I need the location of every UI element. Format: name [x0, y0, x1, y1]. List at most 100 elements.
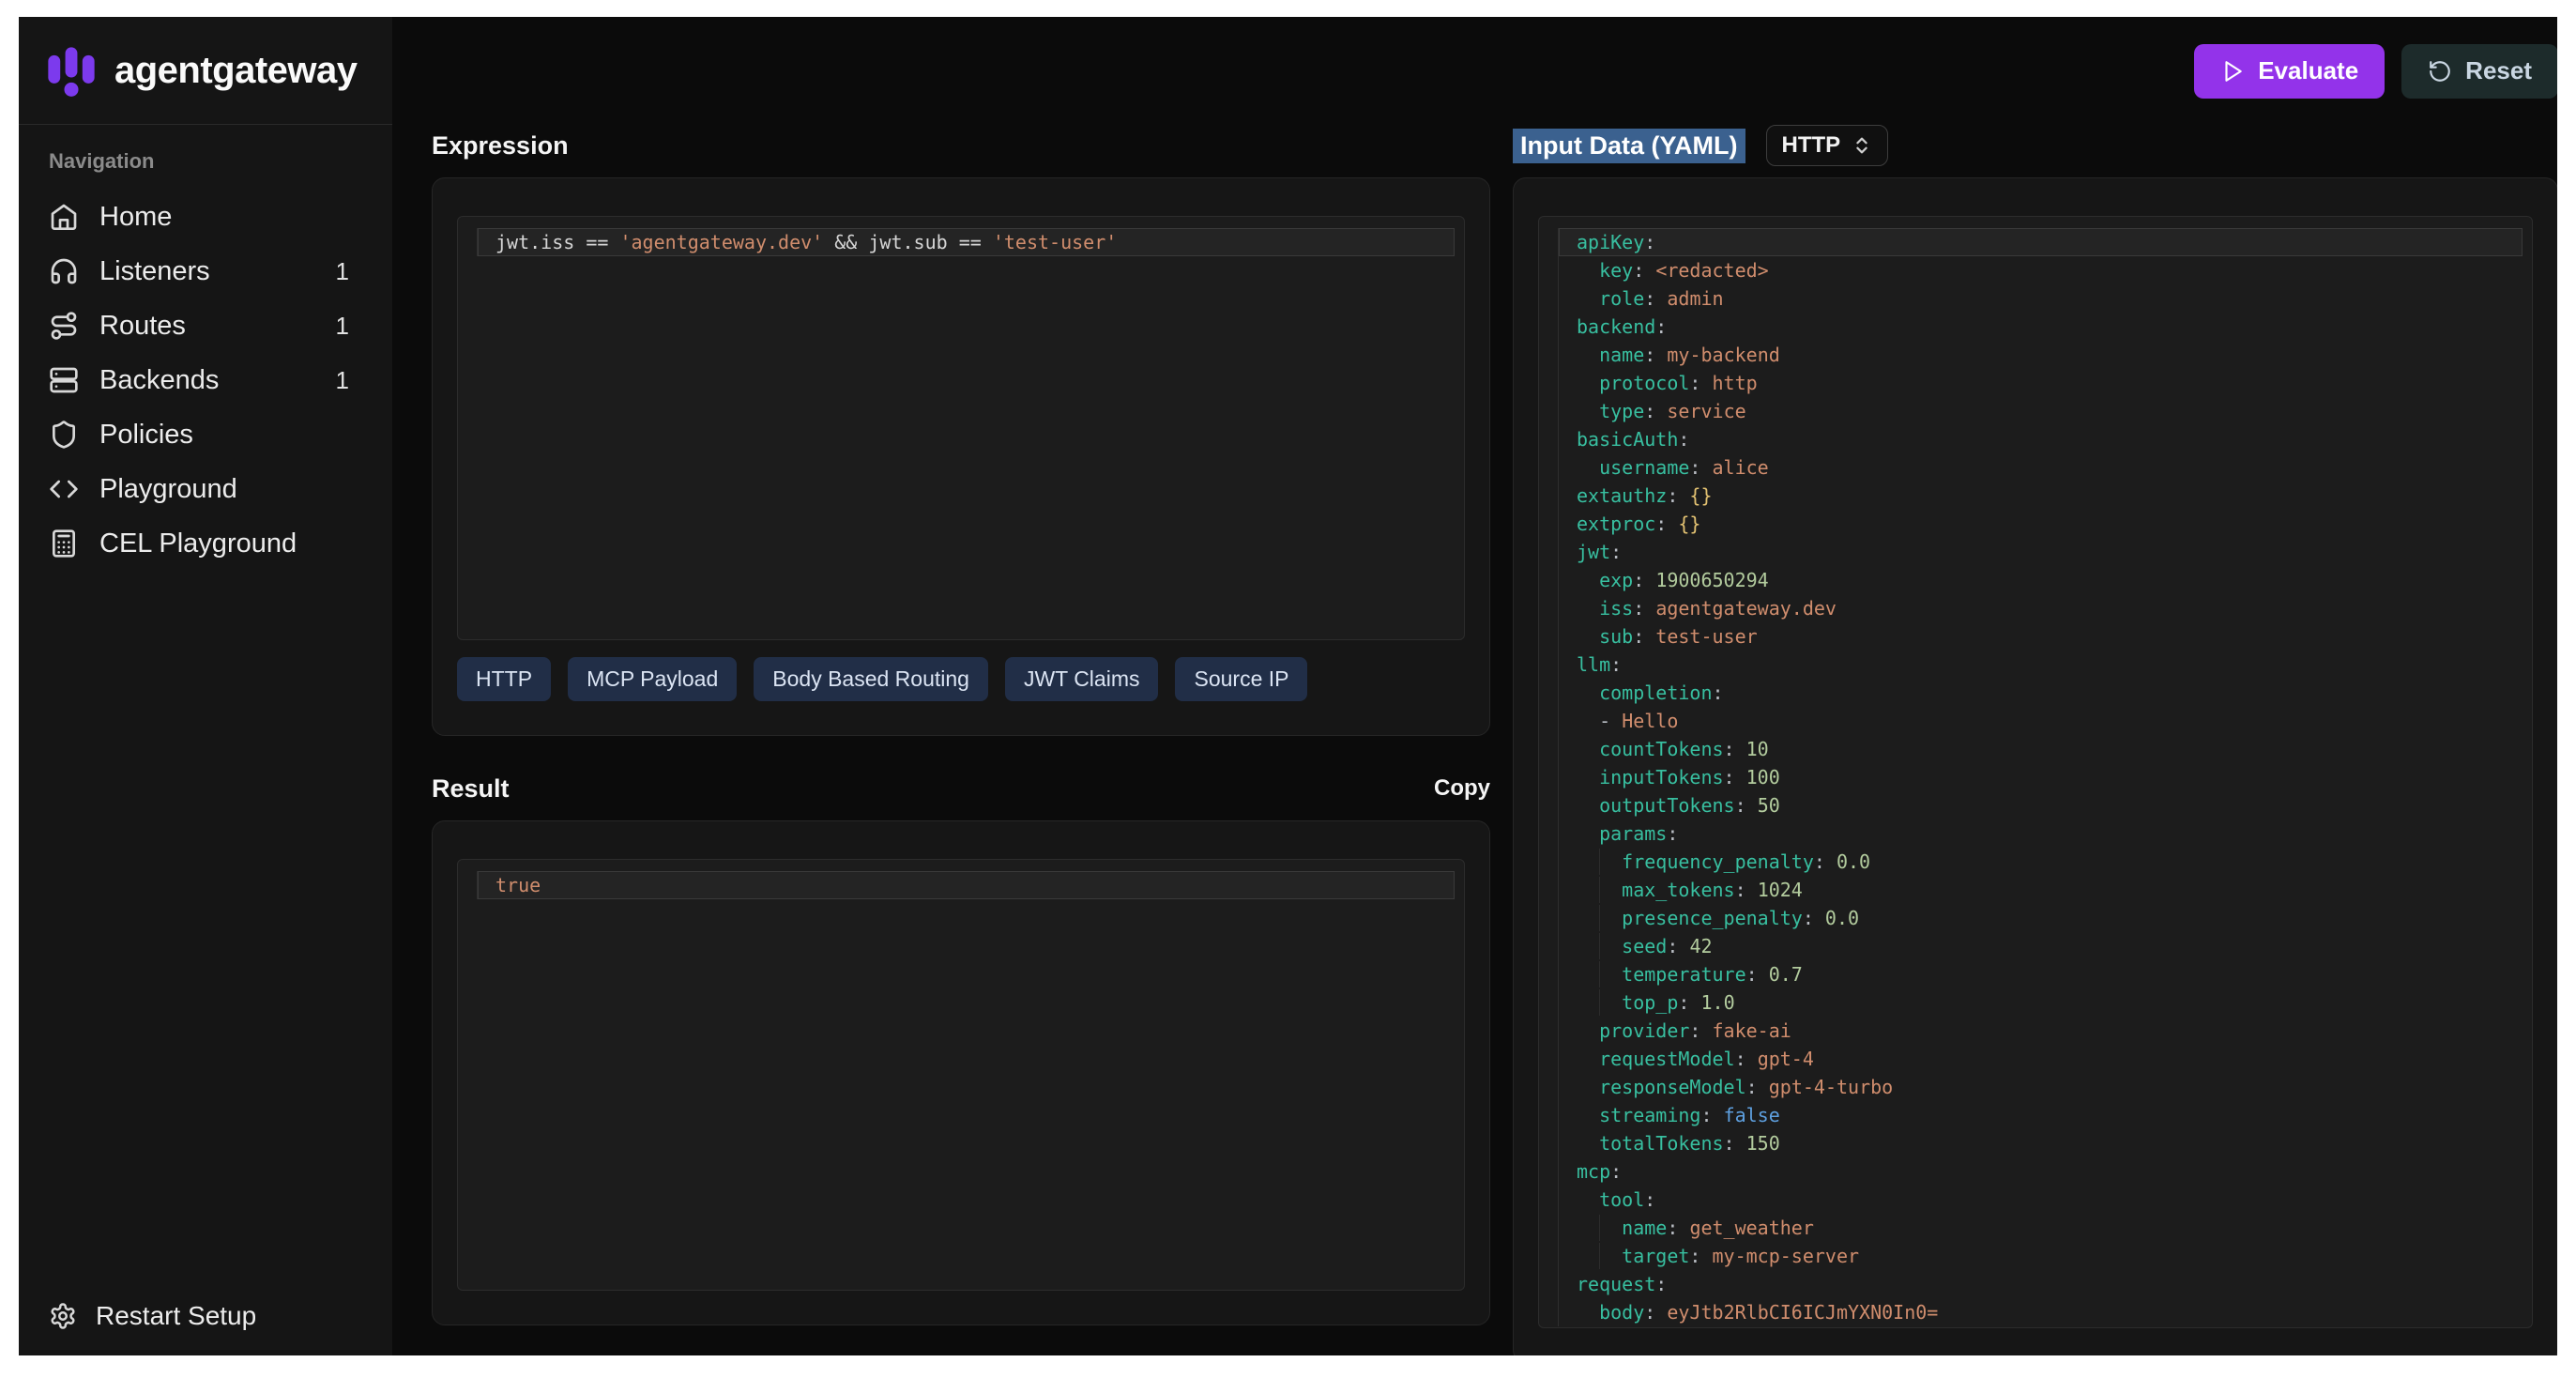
sidebar-footer: Restart Setup: [19, 1301, 392, 1355]
sidebar-item-routes[interactable]: Routes 1: [41, 303, 370, 348]
code-line: backend:: [1559, 313, 2523, 341]
example-chips: HTTP MCP Payload Body Based Routing JWT Cla…: [457, 657, 1465, 701]
reset-button[interactable]: Reset: [2401, 44, 2557, 99]
filter-chip[interactable]: JWT Claims: [1005, 657, 1159, 701]
code-line: outputTokens: 50: [1559, 791, 2523, 819]
code-line: type: service: [1559, 397, 2523, 425]
input-data-card: apiKey: key: <redacted> role: adminbacke…: [1513, 177, 2557, 1355]
sidebar-item-label: Playground: [99, 474, 362, 505]
input-data-title: Input Data (YAML): [1513, 129, 1745, 163]
sidebar-item-cel-playground[interactable]: CEL Playground: [41, 521, 370, 566]
code-line: true: [478, 871, 1455, 899]
code-line: role: admin: [1559, 284, 2523, 313]
sidebar-item-badge: 1: [336, 312, 362, 341]
brand-name: agentgateway: [114, 50, 358, 92]
sidebar-item-backends[interactable]: Backends 1: [41, 358, 370, 403]
sidebar-item-listeners[interactable]: Listeners 1: [41, 249, 370, 294]
play-icon: [2220, 59, 2245, 84]
code-line: params:: [1559, 819, 2523, 848]
input-title-row: Input Data (YAML) HTTP: [1513, 125, 2557, 166]
rotate-ccw-icon: [2428, 59, 2452, 84]
code-line: frequency_penalty: 0.0: [1559, 848, 2523, 876]
code-line: - Hello: [1559, 707, 2523, 735]
sidebar-item-label: Listeners: [99, 256, 315, 287]
sidebar-item-policies[interactable]: Policies: [41, 412, 370, 457]
code-line: key: <redacted>: [1559, 256, 2523, 284]
copy-button[interactable]: Copy: [1434, 775, 1490, 802]
screenshot-frame: agentgateway Navigation Home Listeners 1…: [0, 0, 2576, 1378]
result-editor[interactable]: true: [457, 859, 1465, 1291]
right-column: Input Data (YAML) HTTP apiKey: key: <red…: [1513, 125, 2557, 1355]
code-line: extproc: {}: [1559, 510, 2523, 538]
code-line: jwt.iss == 'agentgateway.dev' && jwt.sub…: [478, 228, 1455, 256]
filter-chip[interactable]: Source IP: [1175, 657, 1307, 701]
yaml-code: apiKey: key: <redacted> role: adminbacke…: [1558, 228, 2523, 1326]
code-line: completion:: [1559, 679, 2523, 707]
yaml-editor[interactable]: apiKey: key: <redacted> role: adminbacke…: [1538, 216, 2533, 1328]
restart-setup-button[interactable]: Restart Setup: [49, 1301, 362, 1331]
restart-setup-label: Restart Setup: [96, 1301, 256, 1331]
code-line: top_p: 1.0: [1559, 988, 2523, 1017]
code-line: presence_penalty: 0.0: [1559, 904, 2523, 932]
server-icon: [49, 365, 79, 395]
code-line: protocol: http: [1559, 369, 2523, 397]
result-card: true: [432, 820, 1490, 1325]
filter-chip[interactable]: Body Based Routing: [754, 657, 988, 701]
evaluate-label: Evaluate: [2258, 56, 2358, 85]
filter-chip[interactable]: MCP Payload: [568, 657, 737, 701]
main-area: Evaluate Reset Expression jw: [392, 17, 2557, 1355]
sidebar-item-label: Backends: [99, 365, 315, 396]
code-line: temperature: 0.7: [1559, 960, 2523, 988]
code-line: responseModel: gpt-4-turbo: [1559, 1073, 2523, 1101]
input-type-value: HTTP: [1782, 132, 1841, 159]
result-title: Result: [432, 774, 510, 804]
sidebar-item-label: Policies: [99, 420, 362, 451]
input-type-select[interactable]: HTTP: [1766, 125, 1889, 166]
shield-icon: [49, 420, 79, 450]
sidebar-nav: Navigation Home Listeners 1 Routes 1: [19, 125, 392, 575]
sidebar-item-label: Routes: [99, 311, 315, 342]
code-line: totalTokens: 150: [1559, 1129, 2523, 1157]
sidebar-item-badge: 1: [336, 366, 362, 395]
gear-icon: [49, 1302, 77, 1330]
code-line: countTokens: 10: [1559, 735, 2523, 763]
home-icon: [49, 202, 79, 232]
code-line: username: alice: [1559, 453, 2523, 482]
filter-chip[interactable]: HTTP: [457, 657, 551, 701]
chevrons-up-down-icon: [1852, 135, 1872, 156]
code-line: name: get_weather: [1559, 1214, 2523, 1242]
headphones-icon: [49, 256, 79, 286]
expression-editor[interactable]: jwt.iss == 'agentgateway.dev' && jwt.sub…: [457, 216, 1465, 640]
code-line: name: my-backend: [1559, 341, 2523, 369]
sidebar-item-home[interactable]: Home: [41, 194, 370, 239]
code-line: iss: agentgateway.dev: [1559, 594, 2523, 622]
code-line: extauthz: {}: [1559, 482, 2523, 510]
nav-section-label: Navigation: [41, 149, 370, 174]
sidebar-item-playground[interactable]: Playground: [41, 467, 370, 512]
sidebar: agentgateway Navigation Home Listeners 1…: [19, 17, 392, 1355]
sidebar-item-badge: 1: [336, 257, 362, 286]
sidebar-item-label: Home: [99, 202, 362, 233]
sidebar-item-label: CEL Playground: [99, 528, 362, 559]
code-line: inputTokens: 100: [1559, 763, 2523, 791]
code-line: requestModel: gpt-4: [1559, 1045, 2523, 1073]
brand-link[interactable]: agentgateway: [19, 17, 392, 125]
code-line: llm:: [1559, 651, 2523, 679]
calculator-icon: [49, 528, 79, 559]
content-grid: Expression jwt.iss == 'agentgateway.dev'…: [392, 125, 2557, 1355]
code-line: exp: 1900650294: [1559, 566, 2523, 594]
expression-title-row: Expression: [432, 125, 1490, 166]
route-icon: [49, 311, 79, 341]
result-title-row: Result Copy: [432, 768, 1490, 809]
expression-card: jwt.iss == 'agentgateway.dev' && jwt.sub…: [432, 177, 1490, 736]
code-line: apiKey:: [1559, 228, 2523, 256]
code-line: max_tokens: 1024: [1559, 876, 2523, 904]
expression-title: Expression: [432, 131, 569, 161]
evaluate-button[interactable]: Evaluate: [2194, 44, 2385, 99]
code-line: basicAuth:: [1559, 425, 2523, 453]
expression-code: jwt.iss == 'agentgateway.dev' && jwt.sub…: [477, 228, 1455, 256]
code-line: tool:: [1559, 1186, 2523, 1214]
app-window: agentgateway Navigation Home Listeners 1…: [19, 17, 2557, 1355]
code-icon: [49, 474, 79, 504]
code-line: jwt:: [1559, 538, 2523, 566]
